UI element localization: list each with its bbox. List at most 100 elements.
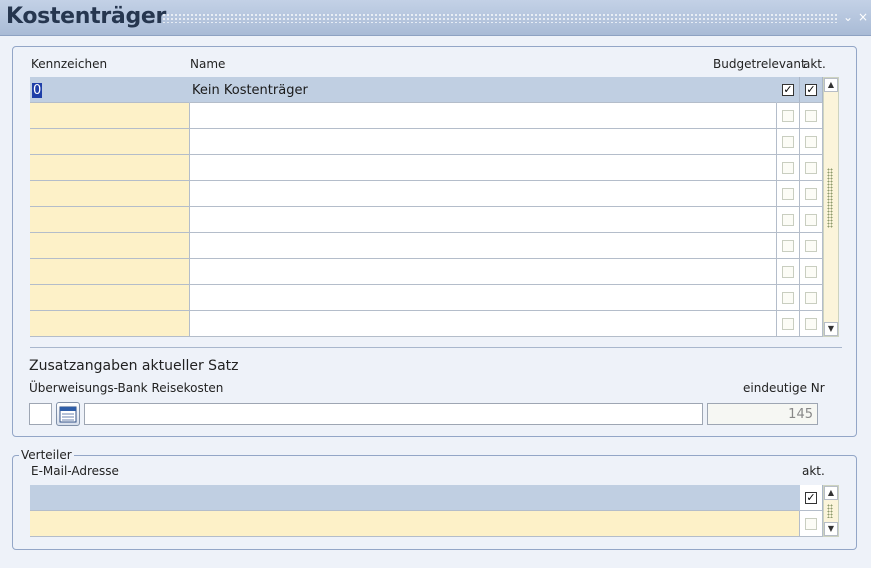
table-row[interactable]	[30, 181, 823, 207]
window-title: Kostenträger	[6, 4, 167, 29]
name-cell[interactable]	[190, 233, 777, 259]
header-distribution-active: akt.	[802, 464, 825, 478]
cost-table: 0 Kein Kostenträger ✓ ✓	[30, 77, 823, 337]
budget-checkbox[interactable]: ✓	[782, 84, 794, 96]
table-row[interactable]	[30, 233, 823, 259]
header-code: Kennzeichen	[31, 57, 108, 71]
calendar-icon	[59, 406, 77, 423]
table-row[interactable]: 0 Kein Kostenträger ✓ ✓	[30, 77, 823, 103]
table-row[interactable]	[30, 155, 823, 181]
window-titlebar: Kostenträger ⌄ ×	[0, 0, 871, 36]
titlebar-pattern	[162, 13, 838, 23]
budget-cell	[777, 311, 800, 337]
arrow-up-icon[interactable]: ▲	[824, 78, 838, 92]
active-checkbox[interactable]	[805, 110, 817, 122]
chevron-down-icon[interactable]: ⌄	[842, 10, 854, 24]
active-checkbox[interactable]	[805, 240, 817, 252]
budget-checkbox[interactable]	[782, 266, 794, 278]
bank-name-field[interactable]	[84, 403, 703, 425]
email-cell[interactable]	[30, 511, 800, 537]
details-section-title: Zusatzangaben aktueller Satz	[29, 358, 239, 374]
active-cell: ✓	[800, 485, 823, 511]
active-checkbox[interactable]	[805, 136, 817, 148]
unique-number-field: 145	[707, 403, 818, 425]
budget-cell: ✓	[777, 77, 800, 103]
active-cell	[800, 207, 823, 233]
name-cell[interactable]	[190, 207, 777, 233]
code-cell[interactable]	[30, 207, 190, 233]
unique-number-label: eindeutige Nr	[743, 381, 825, 395]
scroll-thumb[interactable]	[827, 168, 833, 228]
arrow-up-icon[interactable]: ▲	[824, 486, 838, 500]
active-cell	[800, 511, 823, 537]
code-cell[interactable]	[30, 103, 190, 129]
code-cell[interactable]	[30, 129, 190, 155]
active-cell	[800, 155, 823, 181]
name-cell[interactable]	[190, 181, 777, 207]
name-cell[interactable]	[190, 155, 777, 181]
code-cell[interactable]	[30, 181, 190, 207]
name-cell[interactable]	[190, 103, 777, 129]
code-cell[interactable]: 0	[30, 77, 190, 103]
active-cell	[800, 285, 823, 311]
name-value: Kein Kostenträger	[192, 83, 308, 98]
email-cell[interactable]	[30, 485, 800, 511]
active-checkbox[interactable]: ✓	[805, 84, 817, 96]
arrow-down-icon[interactable]: ▼	[824, 522, 838, 536]
close-icon[interactable]: ×	[857, 10, 869, 24]
budget-checkbox[interactable]	[782, 318, 794, 330]
active-checkbox[interactable]	[805, 266, 817, 278]
distribution-scrollbar[interactable]: ▲ ▼	[823, 485, 839, 537]
active-checkbox[interactable]	[805, 292, 817, 304]
active-checkbox[interactable]	[805, 318, 817, 330]
name-cell[interactable]	[190, 311, 777, 337]
active-cell	[800, 311, 823, 337]
table-row[interactable]	[30, 259, 823, 285]
code-cell[interactable]	[30, 155, 190, 181]
code-value: 0	[32, 83, 43, 98]
code-cell[interactable]	[30, 233, 190, 259]
header-name: Name	[190, 57, 226, 71]
name-cell[interactable]	[190, 259, 777, 285]
active-cell	[800, 259, 823, 285]
active-checkbox[interactable]	[805, 214, 817, 226]
budget-checkbox[interactable]	[782, 136, 794, 148]
header-active: akt.	[803, 57, 826, 71]
budget-checkbox[interactable]	[782, 162, 794, 174]
budget-cell	[777, 129, 800, 155]
name-cell[interactable]	[190, 285, 777, 311]
budget-cell	[777, 233, 800, 259]
calendar-button[interactable]	[56, 402, 80, 426]
list-item[interactable]: ✓	[30, 485, 823, 511]
table-row[interactable]	[30, 285, 823, 311]
name-cell[interactable]	[190, 129, 777, 155]
bank-code-field[interactable]	[29, 403, 52, 425]
active-checkbox[interactable]	[805, 188, 817, 200]
active-cell	[800, 129, 823, 155]
active-checkbox[interactable]	[805, 162, 817, 174]
budget-checkbox[interactable]	[782, 240, 794, 252]
table-row[interactable]	[30, 311, 823, 337]
budget-checkbox[interactable]	[782, 214, 794, 226]
budget-cell	[777, 155, 800, 181]
budget-checkbox[interactable]	[782, 110, 794, 122]
active-checkbox[interactable]: ✓	[805, 492, 817, 504]
table-row[interactable]	[30, 103, 823, 129]
code-text: 0	[32, 83, 43, 98]
list-item[interactable]	[30, 511, 823, 537]
code-cell[interactable]	[30, 311, 190, 337]
scroll-thumb[interactable]	[827, 504, 833, 518]
table-row[interactable]	[30, 129, 823, 155]
table-row[interactable]	[30, 207, 823, 233]
section-divider	[30, 347, 842, 348]
cost-table-scrollbar[interactable]: ▲ ▼	[823, 77, 839, 337]
budget-checkbox[interactable]	[782, 188, 794, 200]
name-cell[interactable]: Kein Kostenträger	[190, 77, 777, 103]
budget-cell	[777, 259, 800, 285]
active-checkbox[interactable]	[805, 518, 817, 530]
active-cell	[800, 103, 823, 129]
budget-checkbox[interactable]	[782, 292, 794, 304]
code-cell[interactable]	[30, 285, 190, 311]
code-cell[interactable]	[30, 259, 190, 285]
arrow-down-icon[interactable]: ▼	[824, 322, 838, 336]
